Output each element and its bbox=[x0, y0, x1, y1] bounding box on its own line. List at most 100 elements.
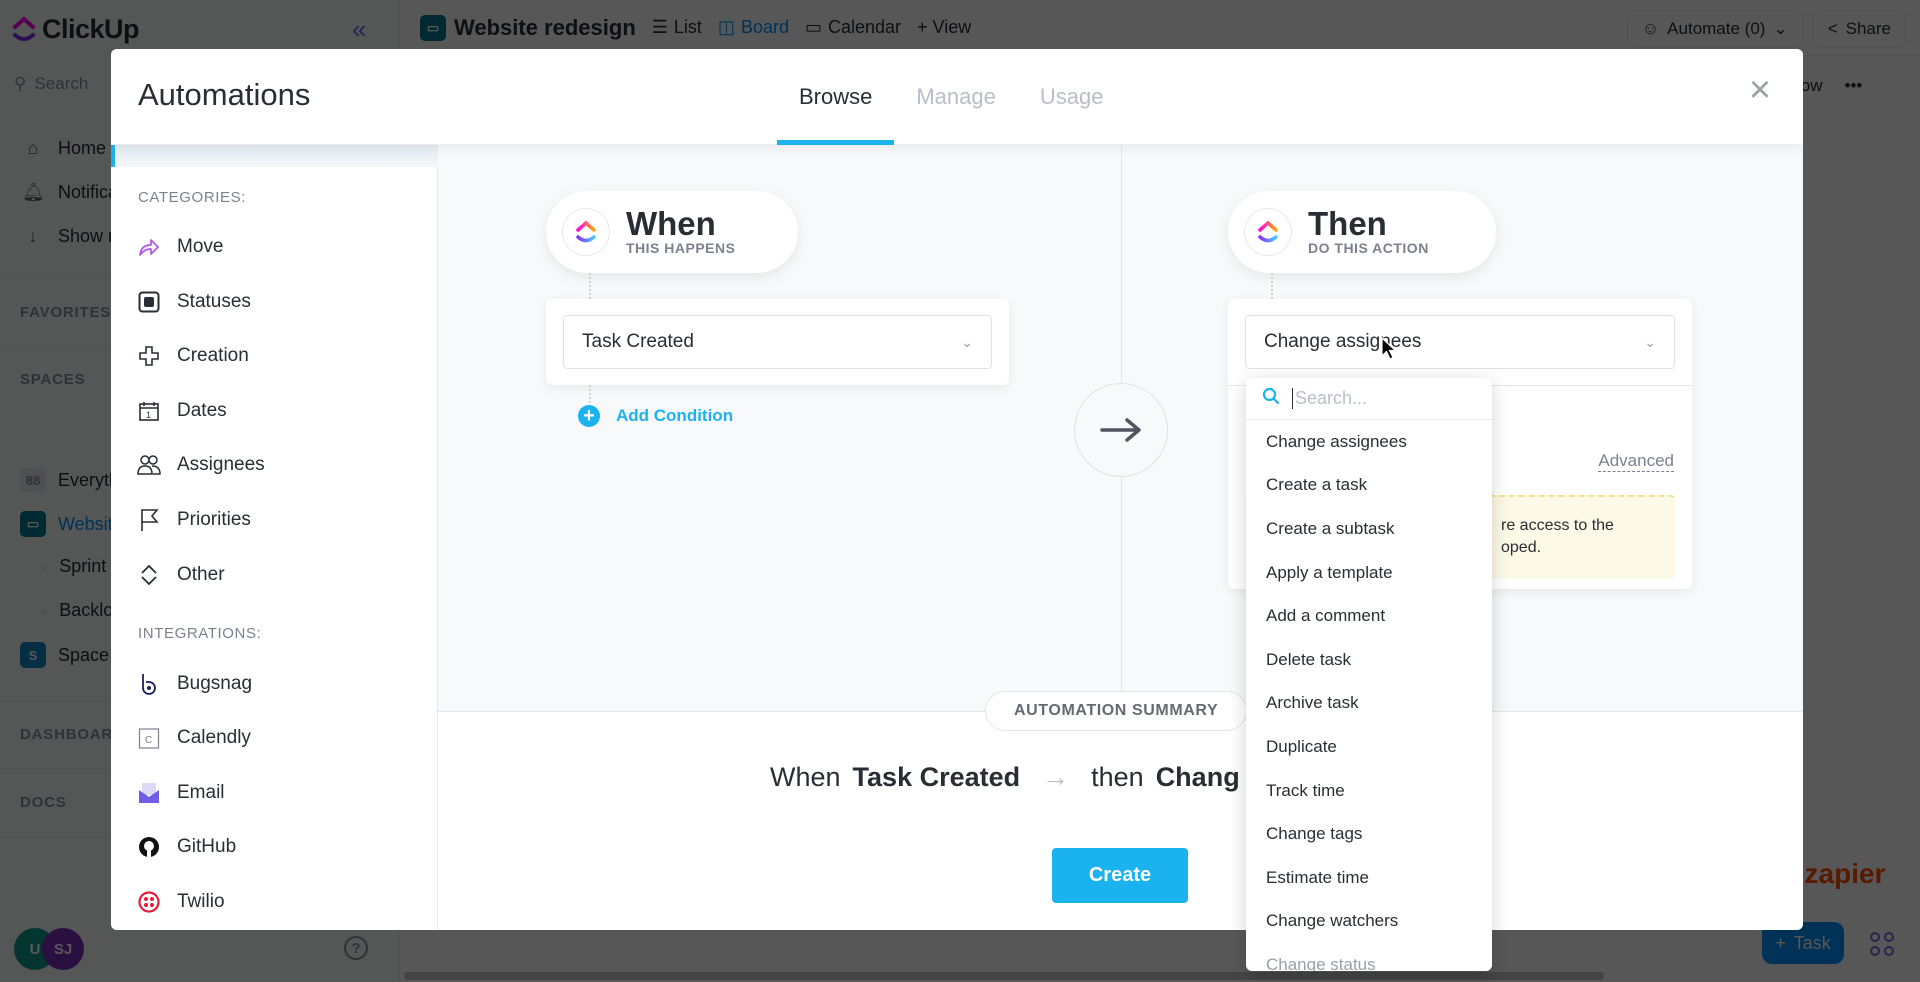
connector-line bbox=[589, 385, 591, 407]
category-label: Move bbox=[177, 236, 224, 257]
dropdown-search bbox=[1246, 378, 1492, 420]
add-condition-button[interactable]: + Add Condition bbox=[578, 405, 733, 427]
trigger-select[interactable]: Task Created ⌄ bbox=[563, 315, 992, 369]
move-arrow-icon bbox=[137, 235, 161, 259]
then-subtitle: DO THIS ACTION bbox=[1308, 240, 1429, 256]
clickup-logo-icon bbox=[562, 208, 610, 256]
category-label: Statuses bbox=[177, 291, 251, 312]
category-assignees[interactable]: Assignees bbox=[137, 453, 265, 477]
trigger-card: Task Created ⌄ bbox=[546, 299, 1009, 385]
svg-text:C: C bbox=[145, 735, 152, 746]
status-square-icon bbox=[137, 290, 161, 314]
plus-circle-icon: + bbox=[578, 405, 600, 427]
category-label: Assignees bbox=[177, 454, 265, 475]
clickup-logo-icon bbox=[1244, 208, 1292, 256]
automations-modal: Automations Browse Manage Usage × CATEGO… bbox=[111, 49, 1803, 930]
other-chevrons-icon bbox=[137, 563, 161, 587]
tab-usage[interactable]: Usage bbox=[1018, 49, 1126, 145]
dropdown-option[interactable]: Change assignees bbox=[1246, 420, 1492, 464]
integration-label: Bugsnag bbox=[177, 673, 253, 694]
github-icon bbox=[137, 835, 161, 859]
dropdown-option[interactable]: Delete task bbox=[1246, 638, 1492, 682]
modal-title: Automations bbox=[138, 77, 311, 112]
categories-heading: CATEGORIES: bbox=[138, 189, 247, 206]
flag-icon bbox=[137, 508, 161, 532]
modal-tabs: Browse Manage Usage bbox=[777, 49, 1125, 145]
dropdown-option[interactable]: Estimate time bbox=[1246, 856, 1492, 900]
connector-line bbox=[589, 273, 591, 299]
twilio-icon bbox=[137, 890, 161, 914]
action-select[interactable]: Change assignees ⌄ bbox=[1245, 315, 1675, 369]
dropdown-option[interactable]: Change status bbox=[1246, 943, 1492, 971]
close-icon[interactable]: × bbox=[1743, 71, 1777, 109]
chevron-down-icon: ⌄ bbox=[961, 333, 973, 350]
search-icon bbox=[1262, 387, 1280, 410]
integration-label: Twilio bbox=[177, 891, 225, 912]
summary-text: When Task Created → then Chang bbox=[770, 762, 1240, 793]
bugsnag-icon bbox=[137, 672, 161, 696]
integration-label: Calendly bbox=[177, 727, 251, 748]
calendar-icon: 1 bbox=[137, 399, 161, 423]
active-category-row[interactable] bbox=[111, 145, 438, 167]
category-priorities[interactable]: Priorities bbox=[137, 508, 251, 532]
dropdown-list: Change assignees Create a task Create a su… bbox=[1246, 420, 1492, 971]
arrow-right-icon: → bbox=[1042, 762, 1070, 792]
dropdown-option[interactable]: Create a subtask bbox=[1246, 507, 1492, 551]
action-dropdown: Change assigneesCreate a taskCreate a su… bbox=[1246, 378, 1492, 971]
dropdown-option[interactable]: Create a task bbox=[1246, 464, 1492, 508]
integration-bugsnag[interactable]: Bugsnag bbox=[137, 672, 252, 696]
plus-outline-icon bbox=[137, 344, 161, 368]
action-value: Change assignees bbox=[1264, 331, 1422, 352]
category-label: Other bbox=[177, 564, 225, 585]
dropdown-option[interactable]: Change tags bbox=[1246, 812, 1492, 856]
integration-label: Email bbox=[177, 782, 225, 803]
automation-summary: AUTOMATION SUMMARY When Task Created → t… bbox=[438, 691, 1803, 930]
category-creation[interactable]: Creation bbox=[137, 344, 249, 368]
chevron-down-icon: ⌄ bbox=[1644, 333, 1656, 350]
clickup-app: ClickUp « ⚲Search ⌂Home 🔔︎Notifications … bbox=[0, 0, 1920, 982]
svg-text:1: 1 bbox=[146, 410, 151, 420]
people-icon bbox=[137, 453, 161, 477]
categories-panel: CATEGORIES: Move Statuses Creation 1 Date… bbox=[111, 145, 438, 930]
email-icon bbox=[137, 781, 161, 805]
mouse-cursor-icon bbox=[1381, 337, 1397, 360]
integration-twilio[interactable]: Twilio bbox=[137, 890, 225, 914]
dropdown-option[interactable]: Duplicate bbox=[1246, 725, 1492, 769]
dropdown-option[interactable]: Change watchers bbox=[1246, 900, 1492, 944]
calendly-icon: C bbox=[137, 726, 161, 750]
dropdown-option[interactable]: Archive task bbox=[1246, 682, 1492, 726]
integration-calendly[interactable]: C Calendly bbox=[137, 726, 251, 750]
trigger-value: Task Created bbox=[582, 331, 694, 352]
category-dates[interactable]: 1 Dates bbox=[137, 399, 227, 423]
dropdown-search-input[interactable] bbox=[1292, 388, 1472, 409]
integration-email[interactable]: Email bbox=[137, 781, 225, 805]
when-header: When THIS HAPPENS bbox=[546, 191, 798, 273]
when-title: When bbox=[626, 205, 716, 242]
summary-when: When bbox=[770, 762, 841, 792]
summary-action: Chang bbox=[1155, 762, 1240, 792]
integrations-heading: INTEGRATIONS: bbox=[138, 625, 262, 642]
category-move[interactable]: Move bbox=[137, 235, 223, 259]
summary-trigger: Task Created bbox=[852, 762, 1021, 792]
integration-label: GitHub bbox=[177, 836, 237, 857]
category-other[interactable]: Other bbox=[137, 563, 225, 587]
tab-manage[interactable]: Manage bbox=[894, 49, 1018, 145]
dropdown-option[interactable]: Apply a template bbox=[1246, 551, 1492, 595]
dropdown-option[interactable]: Add a comment bbox=[1246, 594, 1492, 638]
modal-header: Automations Browse Manage Usage × bbox=[111, 49, 1803, 145]
category-label: Dates bbox=[177, 400, 227, 421]
arrow-right-icon bbox=[1074, 383, 1168, 477]
automation-builder: When THIS HAPPENS Task Created ⌄ + Add Cond… bbox=[438, 145, 1803, 711]
integration-github[interactable]: GitHub bbox=[137, 835, 236, 859]
advanced-link[interactable]: Advanced bbox=[1598, 451, 1674, 472]
then-header: Then DO THIS ACTION bbox=[1228, 191, 1496, 273]
add-condition-label: Add Condition bbox=[616, 406, 734, 425]
create-button[interactable]: Create bbox=[1052, 848, 1188, 903]
summary-label: AUTOMATION SUMMARY bbox=[985, 691, 1248, 731]
dropdown-option[interactable]: Track time bbox=[1246, 769, 1492, 813]
category-label: Priorities bbox=[177, 509, 251, 530]
category-statuses[interactable]: Statuses bbox=[137, 290, 251, 314]
tab-browse[interactable]: Browse bbox=[777, 49, 895, 145]
when-subtitle: THIS HAPPENS bbox=[626, 240, 736, 256]
summary-then: then bbox=[1091, 762, 1144, 792]
